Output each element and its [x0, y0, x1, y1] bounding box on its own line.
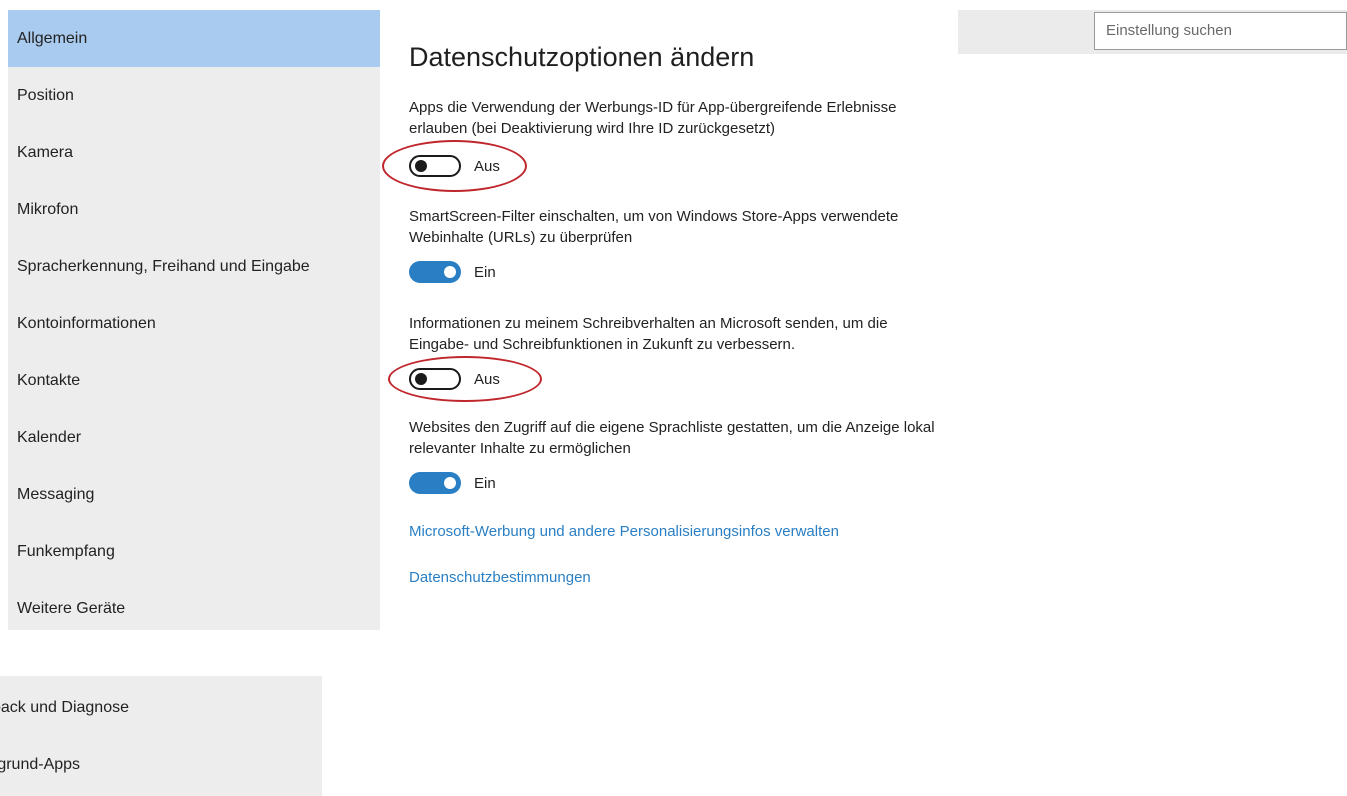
toggle-switch[interactable]	[409, 261, 461, 283]
sidebar-item-label: rgrund-Apps	[0, 755, 81, 773]
sidebar-item-kalender[interactable]: Kalender	[8, 409, 380, 466]
sidebar-item-label: Allgemein	[17, 29, 88, 47]
sidebar-item-label: Position	[17, 86, 74, 104]
sidebar-item-label: Kalender	[17, 428, 82, 446]
sidebar-item-label: Kamera	[17, 143, 74, 161]
sidebar-item-label: Kontakte	[17, 371, 81, 389]
toggle-knob	[415, 373, 427, 385]
sidebar-item-label: Funkempfang	[17, 542, 115, 560]
sidebar-item-kontoinformationen[interactable]: Kontoinformationen	[8, 295, 380, 352]
sidebar-item-hintergrund-apps[interactable]: rgrund-Apps	[0, 736, 322, 793]
sidebar-item-label: Kontoinformationen	[17, 314, 156, 332]
sidebar-lower: back und Diagnose rgrund-Apps	[0, 676, 322, 796]
toggle-state-label: Aus	[474, 157, 500, 175]
sidebar-item-kontakte[interactable]: Kontakte	[8, 352, 380, 409]
search-input[interactable]: Einstellung suchen	[1094, 12, 1347, 50]
page-title: Datenschutzoptionen ändern	[409, 42, 755, 72]
setting-description: Apps die Verwendung der Werbungs-ID für …	[409, 99, 897, 137]
sidebar-item-label: Spracherkennung, Freihand und Eingabe	[17, 257, 310, 275]
setting-description: SmartScreen-Filter einschalten, um von W…	[409, 208, 899, 246]
sidebar-item-label: back und Diagnose	[0, 698, 129, 716]
toggle-state-label: Ein	[474, 263, 496, 281]
link-ad-personalization[interactable]: Microsoft-Werbung und andere Personalisi…	[409, 523, 839, 540]
toggle-switch[interactable]	[409, 472, 461, 494]
sidebar-item-label: Weitere Geräte	[17, 599, 126, 617]
sidebar-item-label: Mikrofon	[17, 200, 79, 218]
sidebar-item-allgemein[interactable]: Allgemein	[8, 10, 380, 67]
sidebar-item-funkempfang[interactable]: Funkempfang	[8, 523, 380, 580]
toggle-smartscreen[interactable]: Ein	[409, 261, 496, 283]
setting-description: Websites den Zugriff auf die eigene Spra…	[409, 419, 935, 457]
toggle-knob	[444, 266, 456, 278]
sidebar-item-messaging[interactable]: Messaging	[8, 466, 380, 523]
sidebar-item-weitere-geraete[interactable]: Weitere Geräte	[8, 580, 380, 637]
sidebar-item-feedback[interactable]: back und Diagnose	[0, 679, 322, 736]
link-privacy-statement[interactable]: Datenschutzbestimmungen	[409, 569, 591, 586]
toggle-knob	[415, 160, 427, 172]
toggle-typing-info[interactable]: Aus	[409, 368, 500, 390]
toggle-state-label: Ein	[474, 474, 496, 492]
toggle-state-label: Aus	[474, 370, 500, 388]
sidebar-item-kamera[interactable]: Kamera	[8, 124, 380, 181]
toggle-switch[interactable]	[409, 368, 461, 390]
setting-description: Informationen zu meinem Schreibverhalten…	[409, 315, 888, 353]
toggle-advertising-id[interactable]: Aus	[409, 155, 500, 177]
sidebar: Allgemein Position Kamera Mikrofon Sprac…	[8, 10, 380, 630]
sidebar-item-position[interactable]: Position	[8, 67, 380, 124]
toggle-switch[interactable]	[409, 155, 461, 177]
sidebar-item-mikrofon[interactable]: Mikrofon	[8, 181, 380, 238]
toggle-language-list[interactable]: Ein	[409, 472, 496, 494]
sidebar-item-spracherkennung[interactable]: Spracherkennung, Freihand und Eingabe	[8, 238, 380, 295]
toggle-knob	[444, 477, 456, 489]
sidebar-item-label: Messaging	[17, 485, 95, 503]
